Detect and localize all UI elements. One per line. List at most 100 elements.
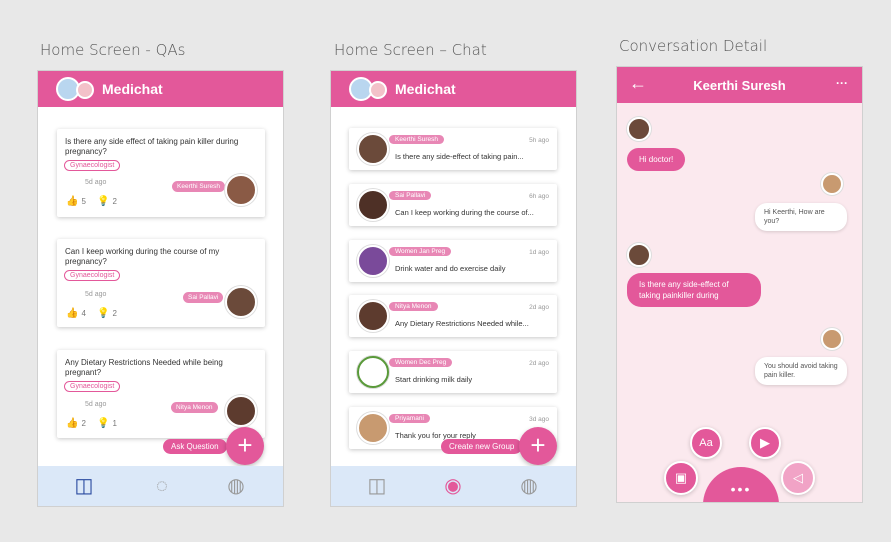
doctor-tab-icon[interactable]: ◍ [220,470,252,502]
chat-tab-icon[interactable]: ◌ [146,470,178,502]
chat-name: Women Dec Preg [389,358,453,367]
like-count: 2 [81,419,86,428]
create-group-label[interactable]: Create new Group [441,439,523,454]
chat-screen-label: Home Screen – Chat [334,41,487,59]
avatar [357,300,389,332]
lightbulb-icon: 💡 [97,308,110,319]
incoming-message: Is there any side-effect of taking paink… [627,273,761,307]
chat-name: Priyamani [389,414,430,423]
chat-list-item[interactable]: Women Jan Preg Drink water and do exerci… [349,240,557,282]
thumbs-up-icon: 👍 [66,418,79,429]
group-avatar [357,245,389,277]
author-name: Sai Pallavi [183,292,224,303]
category-tag[interactable]: Gynaecologist [64,160,121,171]
time-ago: 5d ago [85,401,107,408]
like-count: 5 [81,197,86,206]
bottom-nav: ◫ ◉ ◍ [331,466,576,506]
category-tag[interactable]: Gynaecologist [64,270,121,281]
question-card[interactable]: Can I keep working during the course of … [57,239,265,327]
lightbulb-icon: 💡 [97,196,110,207]
video-call-icon[interactable]: ▶ [749,427,781,459]
author-name: Nitya Menon [171,402,218,413]
idea-stat[interactable]: 💡 2 [97,196,117,207]
chat-list-item[interactable]: Women Dec Preg Start drinking milk daily… [349,351,557,393]
question-text: Can I keep working during the course of … [65,247,220,266]
time-ago: 5d ago [85,179,107,186]
speaker-icon[interactable]: ◁ [781,461,815,495]
app-bar: Medichat [38,71,283,107]
app-title: Medichat [395,81,456,97]
chat-preview: Start drinking milk daily [395,375,473,384]
conversation-title: Keerthi Suresh [693,78,786,93]
time-ago: 5d ago [85,291,107,298]
thumbs-up-icon: 👍 [66,196,79,207]
chat-list-item[interactable]: Nitya Menon Any Dietary Restrictions Nee… [349,295,557,337]
ask-question-label[interactable]: Ask Question [163,439,227,454]
chat-name: Sai Pallavi [389,191,432,200]
avatar [357,189,389,221]
like-count: 4 [81,309,86,318]
idea-stat[interactable]: 💡 1 [97,418,117,429]
chat-time: 6h ago [529,193,549,200]
avatar[interactable] [225,174,257,206]
sender-avatar [627,117,651,141]
like-stat[interactable]: 👍 2 [66,418,86,429]
sender-avatar [627,243,651,267]
doctor-tab-icon[interactable]: ◍ [513,470,545,502]
logo-icon [369,81,387,99]
incoming-message: Hi doctor! [627,148,686,171]
qa-screen-label: Home Screen - QAs [40,41,186,59]
conversation-screen-label: Conversation Detail [619,37,768,55]
question-card[interactable]: Any Dietary Restrictions Needed while be… [57,350,265,438]
outgoing-message: You should avoid taking pain killer. [755,357,847,385]
thumbs-up-icon: 👍 [66,308,79,319]
group-avatar [357,356,389,388]
doctor-avatar [821,328,843,350]
more-options-icon[interactable]: ··· [836,76,848,90]
category-tag[interactable]: Gynaecologist [64,381,121,392]
idea-count: 2 [112,197,117,206]
idea-count: 1 [112,419,117,428]
chat-preview: Any Dietary Restrictions Needed while... [395,319,529,328]
qa-screen: Medichat Is there any side effect of tak… [37,70,284,507]
like-stat[interactable]: 👍 5 [66,196,86,207]
qa-tab-icon[interactable]: ◫ [361,470,393,502]
chat-list-item[interactable]: Keerthi Suresh Is there any side-effect … [349,128,557,170]
question-card[interactable]: Is there any side effect of taking pain … [57,129,265,217]
text-input-button[interactable]: Aa [690,427,722,459]
like-stat[interactable]: 👍 4 [66,308,86,319]
image-icon[interactable]: ▣ [664,461,698,495]
outgoing-message: Hi Keerthi, How are you? [755,203,847,231]
app-bar: Medichat [331,71,576,107]
lightbulb-icon: 💡 [97,418,110,429]
chat-tab-icon[interactable]: ◉ [437,470,469,502]
chat-time: 2d ago [529,360,549,367]
chat-screen: Medichat Keerthi Suresh Is there any sid… [330,70,577,507]
chat-time: 5h ago [529,137,549,144]
chat-preview: Is there any side-effect of taking pain.… [395,152,524,161]
qa-tab-icon[interactable]: ◫ [68,470,100,502]
idea-count: 2 [112,309,117,318]
chat-time: 3d ago [529,416,549,423]
chat-list-item[interactable]: Sai Pallavi Can I keep working during th… [349,184,557,226]
question-text: Any Dietary Restrictions Needed while be… [65,358,223,377]
create-group-button[interactable]: + [519,427,557,465]
ask-question-button[interactable]: + [226,427,264,465]
avatar [357,133,389,165]
app-title: Medichat [102,81,163,97]
chat-preview: Can I keep working during the course of.… [395,208,534,217]
avatar[interactable] [225,286,257,318]
app-bar: ← Keerthi Suresh ··· [617,67,862,103]
chat-time: 1d ago [529,249,549,256]
question-text: Is there any side effect of taking pain … [65,137,239,156]
chat-name: Keerthi Suresh [389,135,444,144]
bottom-nav: ◫ ◌ ◍ [38,466,283,506]
conversation-screen: ← Keerthi Suresh ··· Hi doctor! Hi Keert… [616,66,863,503]
doctor-avatar [821,173,843,195]
avatar[interactable] [225,395,257,427]
chat-preview: Drink water and do exercise daily [395,264,506,273]
chat-name: Nitya Menon [389,302,438,311]
idea-stat[interactable]: 💡 2 [97,308,117,319]
author-name: Keerthi Suresh [172,181,225,192]
chat-time: 2d ago [529,304,549,311]
